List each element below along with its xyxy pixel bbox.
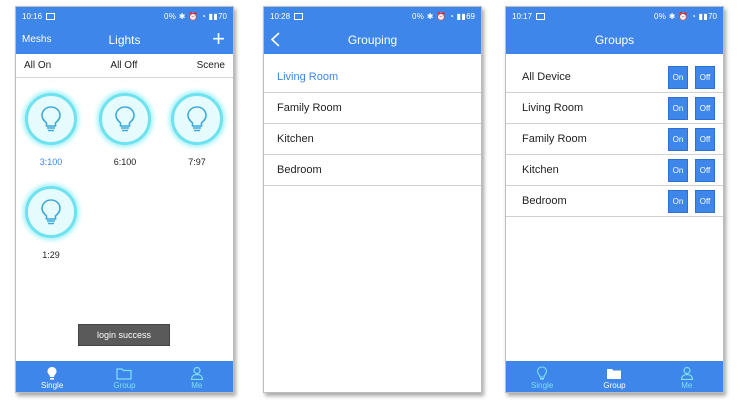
add-icon[interactable]: +	[212, 28, 225, 50]
status-time: 10:16	[22, 12, 43, 21]
group-name: Living Room	[522, 102, 584, 114]
app-header: Groups	[506, 26, 723, 54]
bulb-icon[interactable]	[99, 93, 151, 145]
image-notification-icon	[46, 13, 56, 20]
folder-icon	[116, 365, 133, 381]
bulb-icon[interactable]	[171, 93, 223, 145]
bulb-icon	[536, 365, 548, 381]
person-icon	[680, 365, 694, 381]
tab-single[interactable]: Single	[517, 365, 567, 390]
status-indicators: 0% ✱ ⏰ ◔ ▮▮	[654, 12, 709, 21]
battery-level: 70	[708, 12, 717, 21]
scene-button[interactable]: Scene	[197, 60, 225, 71]
tab-label: Single	[41, 381, 64, 390]
grouping-screen: 10:28 0% ✱ ⏰ ◔ ▮▮ 69 Grouping Living Roo…	[263, 6, 482, 393]
light-tile[interactable]: 6:100	[99, 93, 151, 167]
group-name: All Device	[522, 71, 571, 83]
all-off-button[interactable]: All Off	[110, 60, 137, 71]
light-grid: 3:100 6:100 7:97 1:29	[16, 78, 233, 278]
app-header: Meshs Lights +	[16, 26, 233, 54]
tab-label: Group	[603, 381, 626, 390]
tab-label: Me	[681, 381, 693, 390]
list-item[interactable]: Living Room	[264, 62, 481, 93]
list-item[interactable]: Family Room	[264, 93, 481, 124]
folder-icon	[606, 365, 622, 381]
page-title: Groups	[594, 33, 635, 47]
list-item[interactable]: Kitchen	[264, 124, 481, 155]
back-icon[interactable]	[270, 32, 281, 47]
group-row: Family Room On Off	[506, 124, 723, 155]
tab-single[interactable]: Single	[27, 365, 77, 390]
off-button[interactable]: Off	[695, 97, 715, 120]
light-label: 1:29	[42, 250, 60, 260]
battery-level: 70	[218, 12, 227, 21]
group-row: Kitchen On Off	[506, 155, 723, 186]
group-row: Living Room On Off	[506, 93, 723, 124]
status-bar: 10:16 0% ✱ ⏰ ◔ ▮▮ 70	[16, 7, 233, 26]
toast-message: login success	[78, 324, 170, 346]
status-indicators: 0% ✱ ⏰ ◔ ▮▮	[412, 12, 467, 21]
light-label: 7:97	[188, 157, 206, 167]
bulb-icon	[46, 365, 58, 381]
off-button[interactable]: Off	[695, 128, 715, 151]
on-button[interactable]: On	[668, 159, 688, 182]
on-button[interactable]: On	[668, 97, 688, 120]
battery-level: 69	[466, 12, 475, 21]
status-bar: 10:28 0% ✱ ⏰ ◔ ▮▮ 69	[264, 7, 481, 26]
group-row: All Device On Off	[506, 62, 723, 93]
light-label: 3:100	[39, 157, 63, 167]
groups-screen: 10:17 0% ✱ ⏰ ◔ ▮▮ 70 Groups All Device O…	[505, 6, 724, 393]
status-bar: 10:17 0% ✱ ⏰ ◔ ▮▮ 70	[506, 7, 723, 26]
group-list: Living Room Family Room Kitchen Bedroom	[264, 62, 481, 186]
tab-group[interactable]: Group	[589, 365, 639, 390]
group-name: Bedroom	[522, 195, 567, 207]
tab-label: Group	[113, 381, 136, 390]
off-button[interactable]: Off	[695, 190, 715, 213]
groups-list: All Device On Off Living Room On Off Famil…	[506, 62, 723, 217]
all-on-button[interactable]: All On	[24, 60, 51, 71]
light-actions: All On All Off Scene	[16, 54, 233, 78]
light-tile[interactable]: 3:100	[25, 93, 77, 167]
tab-me[interactable]: Me	[662, 365, 712, 390]
on-button[interactable]: On	[668, 128, 688, 151]
status-time: 10:28	[270, 12, 291, 21]
bulb-icon[interactable]	[25, 93, 77, 145]
light-label: 6:100	[113, 157, 137, 167]
group-row: Bedroom On Off	[506, 186, 723, 217]
light-tile[interactable]: 7:97	[171, 93, 223, 167]
status-indicators: 0% ✱ ⏰ ◔ ▮▮	[164, 12, 219, 21]
page-title: Grouping	[347, 33, 398, 47]
tab-me[interactable]: Me	[172, 365, 222, 390]
on-button[interactable]: On	[668, 66, 688, 89]
status-time: 10:17	[512, 12, 533, 21]
off-button[interactable]: Off	[695, 66, 715, 89]
group-name: Family Room	[522, 133, 587, 145]
image-notification-icon	[294, 13, 304, 20]
page-title: Lights	[108, 33, 141, 47]
list-item[interactable]: Bedroom	[264, 155, 481, 186]
tab-label: Single	[531, 381, 554, 390]
on-button[interactable]: On	[668, 190, 688, 213]
app-header: Grouping	[264, 26, 481, 54]
bulb-icon[interactable]	[25, 186, 77, 238]
group-name: Kitchen	[522, 164, 559, 176]
bottom-tabbar: Single Group Me	[16, 361, 233, 392]
meshs-button[interactable]: Meshs	[22, 34, 51, 45]
off-button[interactable]: Off	[695, 159, 715, 182]
image-notification-icon	[536, 13, 546, 20]
person-icon	[190, 365, 204, 381]
lights-screen: 10:16 0% ✱ ⏰ ◔ ▮▮ 70 Meshs Lights + All …	[15, 6, 234, 393]
tab-group[interactable]: Group	[99, 365, 149, 390]
tab-label: Me	[191, 381, 203, 390]
bottom-tabbar: Single Group Me	[506, 361, 723, 392]
light-tile[interactable]: 1:29	[25, 186, 77, 260]
